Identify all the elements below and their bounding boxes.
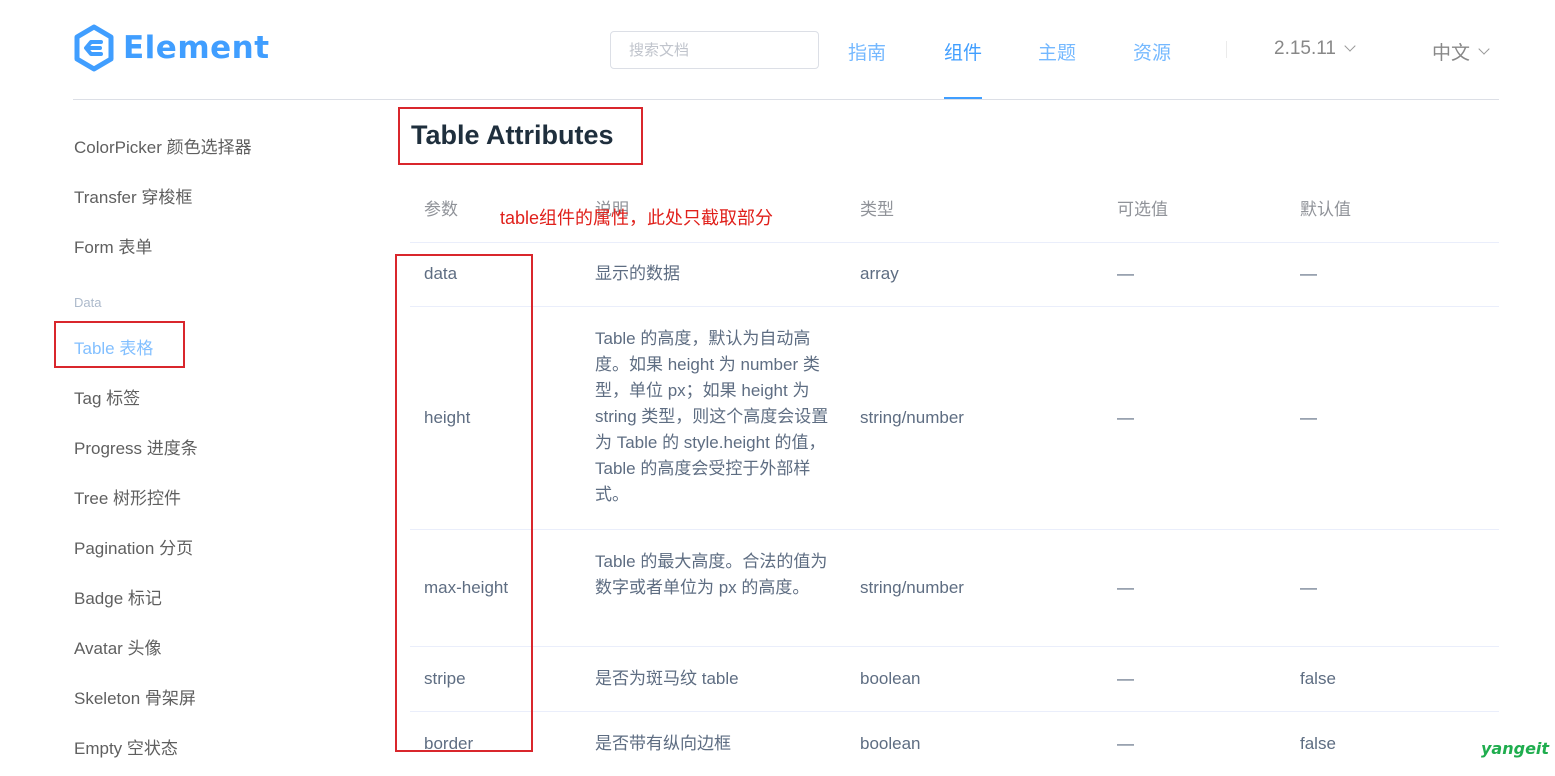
cell-description: Table 的最大高度。合法的值为数字或者单位为 px 的高度。	[595, 552, 828, 597]
sidebar-item-pagination[interactable]: Pagination 分页	[74, 534, 193, 559]
table-row: border 是否带有纵向边框 boolean — false	[410, 712, 1499, 776]
chevron-down-icon	[1344, 40, 1356, 52]
search-input[interactable]	[611, 32, 818, 68]
cell-default: —	[1300, 408, 1317, 427]
cell-default: false	[1300, 734, 1336, 753]
table-row: height Table 的高度，默认为自动高度。如果 height 为 num…	[410, 307, 1499, 530]
nav-resources[interactable]: 资源	[1133, 38, 1171, 65]
highlight-box-title	[398, 107, 643, 165]
nav-components[interactable]: 组件	[944, 38, 982, 65]
cell-type: boolean	[860, 669, 921, 688]
sidebar-item-form[interactable]: Form 表单	[74, 233, 152, 258]
language-label: 中文	[1432, 43, 1471, 64]
sidebar-item-tag[interactable]: Tag 标签	[74, 384, 140, 409]
language-dropdown[interactable]: 中文	[1432, 38, 1490, 65]
cell-default: false	[1300, 669, 1336, 688]
chevron-down-icon	[1478, 42, 1490, 55]
sidebar-item-empty[interactable]: Empty 空状态	[74, 734, 178, 759]
sidebar-item-avatar[interactable]: Avatar 头像	[74, 634, 162, 659]
sidebar-item-transfer[interactable]: Transfer 穿梭框	[74, 183, 192, 208]
cell-type: boolean	[860, 734, 921, 753]
highlight-box-param-column	[395, 254, 533, 752]
sidebar-item-badge[interactable]: Badge 标记	[74, 584, 162, 609]
nav-theme[interactable]: 主题	[1038, 38, 1076, 65]
header-param: 参数	[424, 200, 458, 219]
cell-default: —	[1300, 264, 1317, 283]
header-options: 可选值	[1117, 200, 1168, 219]
version-dropdown[interactable]: 2.15.11	[1274, 38, 1356, 60]
sidebar-item-progress[interactable]: Progress 进度条	[74, 434, 198, 459]
cell-options: —	[1117, 734, 1134, 753]
element-logo-icon	[74, 24, 114, 72]
version-label: 2.15.11	[1274, 38, 1336, 59]
table-row: max-height Table 的最大高度。合法的值为数字或者单位为 px 的…	[410, 530, 1499, 647]
cell-description: Table 的高度，默认为自动高度。如果 height 为 number 类型，…	[595, 329, 829, 504]
table-row: stripe 是否为斑马纹 table boolean — false	[410, 647, 1499, 712]
table-row: data 显示的数据 array — —	[410, 243, 1499, 307]
logo-text: Element	[123, 30, 270, 66]
attributes-table: 参数 说明 类型 可选值 默认值 data 显示的数据 array — — he…	[410, 178, 1499, 776]
cell-description: 是否带有纵向边框	[595, 734, 731, 753]
cell-type: string/number	[860, 578, 964, 597]
header-type: 类型	[860, 200, 894, 219]
header-divider	[73, 99, 1499, 100]
sidebar-item-clipped: ▁▁▁	[74, 91, 138, 95]
element-logo[interactable]: Element	[73, 24, 270, 72]
sidebar-item-colorpicker[interactable]: ColorPicker 颜色选择器	[74, 133, 252, 158]
watermark: yangeit	[1481, 739, 1550, 758]
search-box[interactable]	[610, 31, 819, 69]
highlight-box-sidebar-table	[54, 321, 185, 368]
nav-divider	[1226, 41, 1227, 58]
sidebar-item-tree[interactable]: Tree 树形控件	[74, 484, 181, 509]
nav-guide[interactable]: 指南	[848, 38, 886, 65]
cell-options: —	[1117, 578, 1134, 597]
cell-default: —	[1300, 578, 1317, 597]
header-default: 默认值	[1300, 200, 1351, 219]
cell-type: array	[860, 264, 899, 283]
cell-description: 显示的数据	[595, 264, 680, 283]
cell-options: —	[1117, 408, 1134, 427]
cell-description: 是否为斑马纹 table	[595, 669, 739, 688]
sidebar-group-label: Data	[74, 295, 102, 310]
cell-type: string/number	[860, 408, 964, 427]
sidebar-item-skeleton[interactable]: Skeleton 骨架屏	[74, 684, 196, 709]
annotation-note: table组件的属性，此处只截取部分	[500, 208, 774, 228]
cell-options: —	[1117, 264, 1134, 283]
cell-options: —	[1117, 669, 1134, 688]
